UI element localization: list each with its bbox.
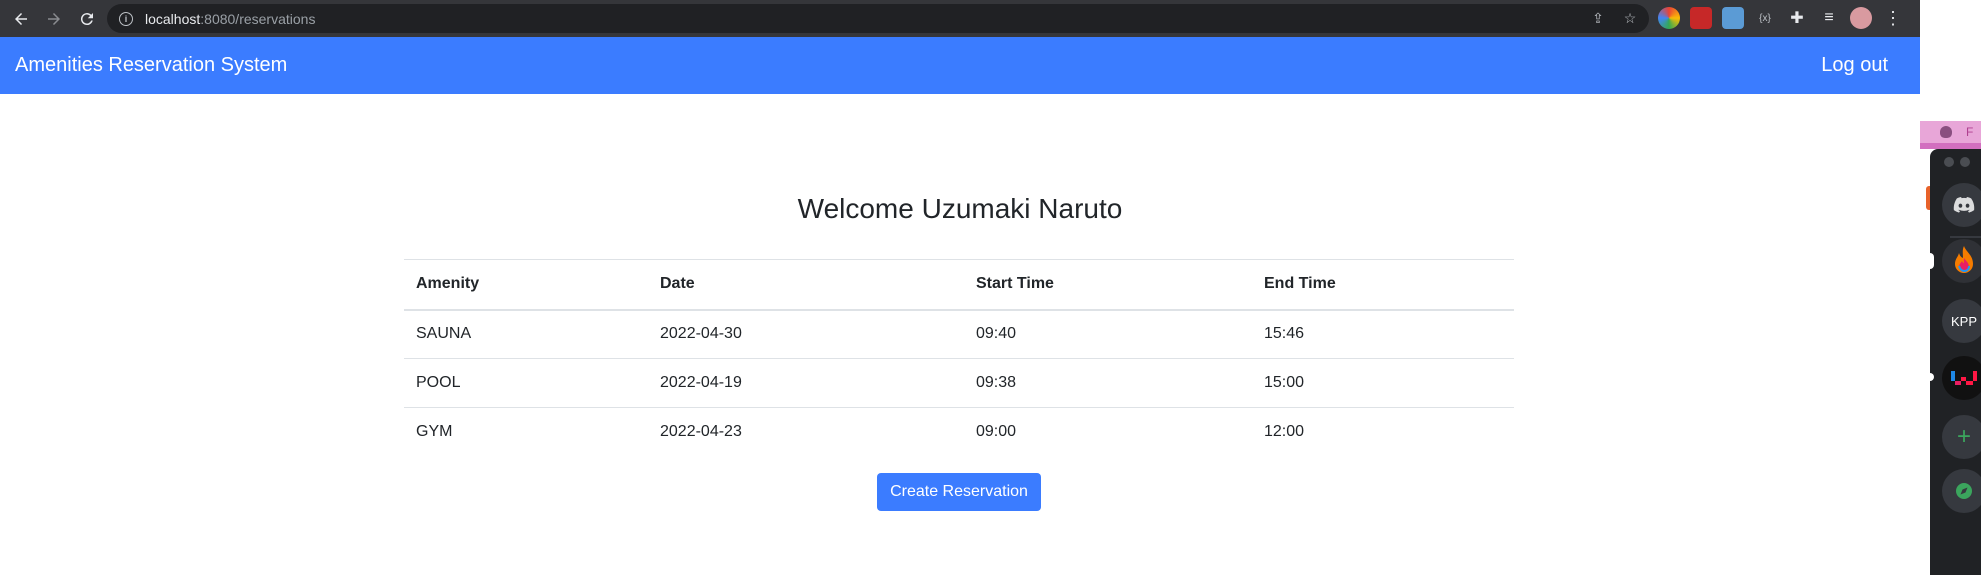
site-info-icon[interactable]: i xyxy=(119,11,133,26)
color-picker-extension-icon[interactable] xyxy=(1658,7,1680,29)
table-row: GYM 2022-04-23 09:00 12:00 xyxy=(404,408,1514,457)
discord-home-icon[interactable] xyxy=(1942,183,1981,227)
share-icon[interactable]: ⇪ xyxy=(1589,9,1607,27)
cell-start-time: 09:40 xyxy=(964,309,1252,359)
forward-arrow-icon xyxy=(48,12,60,25)
bookmark-star-icon[interactable]: ☆ xyxy=(1621,9,1639,27)
profile-avatar[interactable] xyxy=(1850,7,1872,29)
puzzle-extensions-icon[interactable]: ✚ xyxy=(1786,7,1808,29)
window-controls xyxy=(1944,157,1970,167)
app-brand[interactable]: Amenities Reservation System xyxy=(15,54,287,77)
table-row: POOL 2022-04-19 09:38 15:00 xyxy=(404,358,1514,408)
background-window-strip: F xyxy=(1920,121,1981,143)
pdf-extension-icon[interactable] xyxy=(1690,7,1712,29)
logout-link[interactable]: Log out xyxy=(1821,54,1888,77)
app-navbar: Amenities Reservation System Log out xyxy=(0,37,1920,94)
add-server-icon[interactable]: + xyxy=(1942,415,1981,459)
table-row: SAUNA 2022-04-30 09:40 15:46 xyxy=(404,309,1514,359)
cell-amenity: GYM xyxy=(416,423,453,441)
address-bar[interactable]: i localhost:8080/reservations ⇪ ☆ xyxy=(107,4,1649,33)
back-arrow-icon xyxy=(15,12,27,25)
window-close-dot[interactable] xyxy=(1944,157,1954,167)
table-header-row: Amenity Date Start Time End Time xyxy=(404,259,1514,311)
json-extension-icon[interactable]: {x} xyxy=(1754,7,1776,29)
welcome-heading: Welcome Uzumaki Naruto xyxy=(797,193,1123,224)
reload-button[interactable] xyxy=(72,4,102,34)
browser-menu-icon[interactable]: ⋮ xyxy=(1882,7,1904,29)
background-window-label: F xyxy=(1966,125,1974,139)
column-header-date: Date xyxy=(648,259,964,311)
cell-start-time: 09:38 xyxy=(964,358,1252,408)
server-pixel-icon[interactable] xyxy=(1942,356,1981,400)
extensions-tray: {x} ✚ ≡ ⋮ xyxy=(1658,7,1904,29)
apple-icon xyxy=(1940,126,1952,138)
column-header-end-time: End Time xyxy=(1252,259,1514,311)
reading-list-icon[interactable]: ≡ xyxy=(1818,7,1840,29)
window-minimize-dot[interactable] xyxy=(1960,157,1970,167)
image-extension-icon[interactable] xyxy=(1722,7,1744,29)
column-header-amenity: Amenity xyxy=(404,259,648,311)
reservations-table: Amenity Date Start Time End Time SAUNA 2… xyxy=(404,259,1514,457)
server-fire-icon[interactable] xyxy=(1942,239,1981,283)
cell-amenity: POOL xyxy=(404,358,648,408)
cell-end-time: 15:46 xyxy=(1252,309,1514,359)
server-unread-pill xyxy=(1930,373,1934,381)
background-window-edge xyxy=(1920,149,1930,575)
server-selected-pill xyxy=(1930,253,1934,269)
cell-date: 2022-04-19 xyxy=(648,358,964,408)
cell-amenity: SAUNA xyxy=(404,309,648,359)
server-kpp-icon[interactable]: KPP xyxy=(1942,299,1981,343)
cell-date: 2022-04-30 xyxy=(648,309,964,359)
cell-start-time: 09:00 xyxy=(976,423,1017,441)
discord-server-rail: KPP + xyxy=(1930,149,1981,575)
explore-servers-icon[interactable] xyxy=(1942,469,1981,513)
cell-date: 2022-04-23 xyxy=(660,423,742,441)
server-divider xyxy=(1950,236,1981,238)
forward-button[interactable] xyxy=(39,4,69,34)
cell-end-time: 12:00 xyxy=(1264,423,1305,441)
main-content: Welcome Uzumaki Naruto Amenity Date Star… xyxy=(0,94,1920,575)
column-header-start-time: Start Time xyxy=(964,259,1252,311)
cell-end-time: 15:00 xyxy=(1252,358,1514,408)
create-reservation-button[interactable]: Create Reservation xyxy=(877,473,1041,511)
reload-icon xyxy=(80,12,93,25)
browser-toolbar: i localhost:8080/reservations ⇪ ☆ {x} ✚ … xyxy=(0,0,1920,37)
back-button[interactable] xyxy=(6,4,36,34)
url-text: localhost:8080/reservations xyxy=(145,10,316,27)
